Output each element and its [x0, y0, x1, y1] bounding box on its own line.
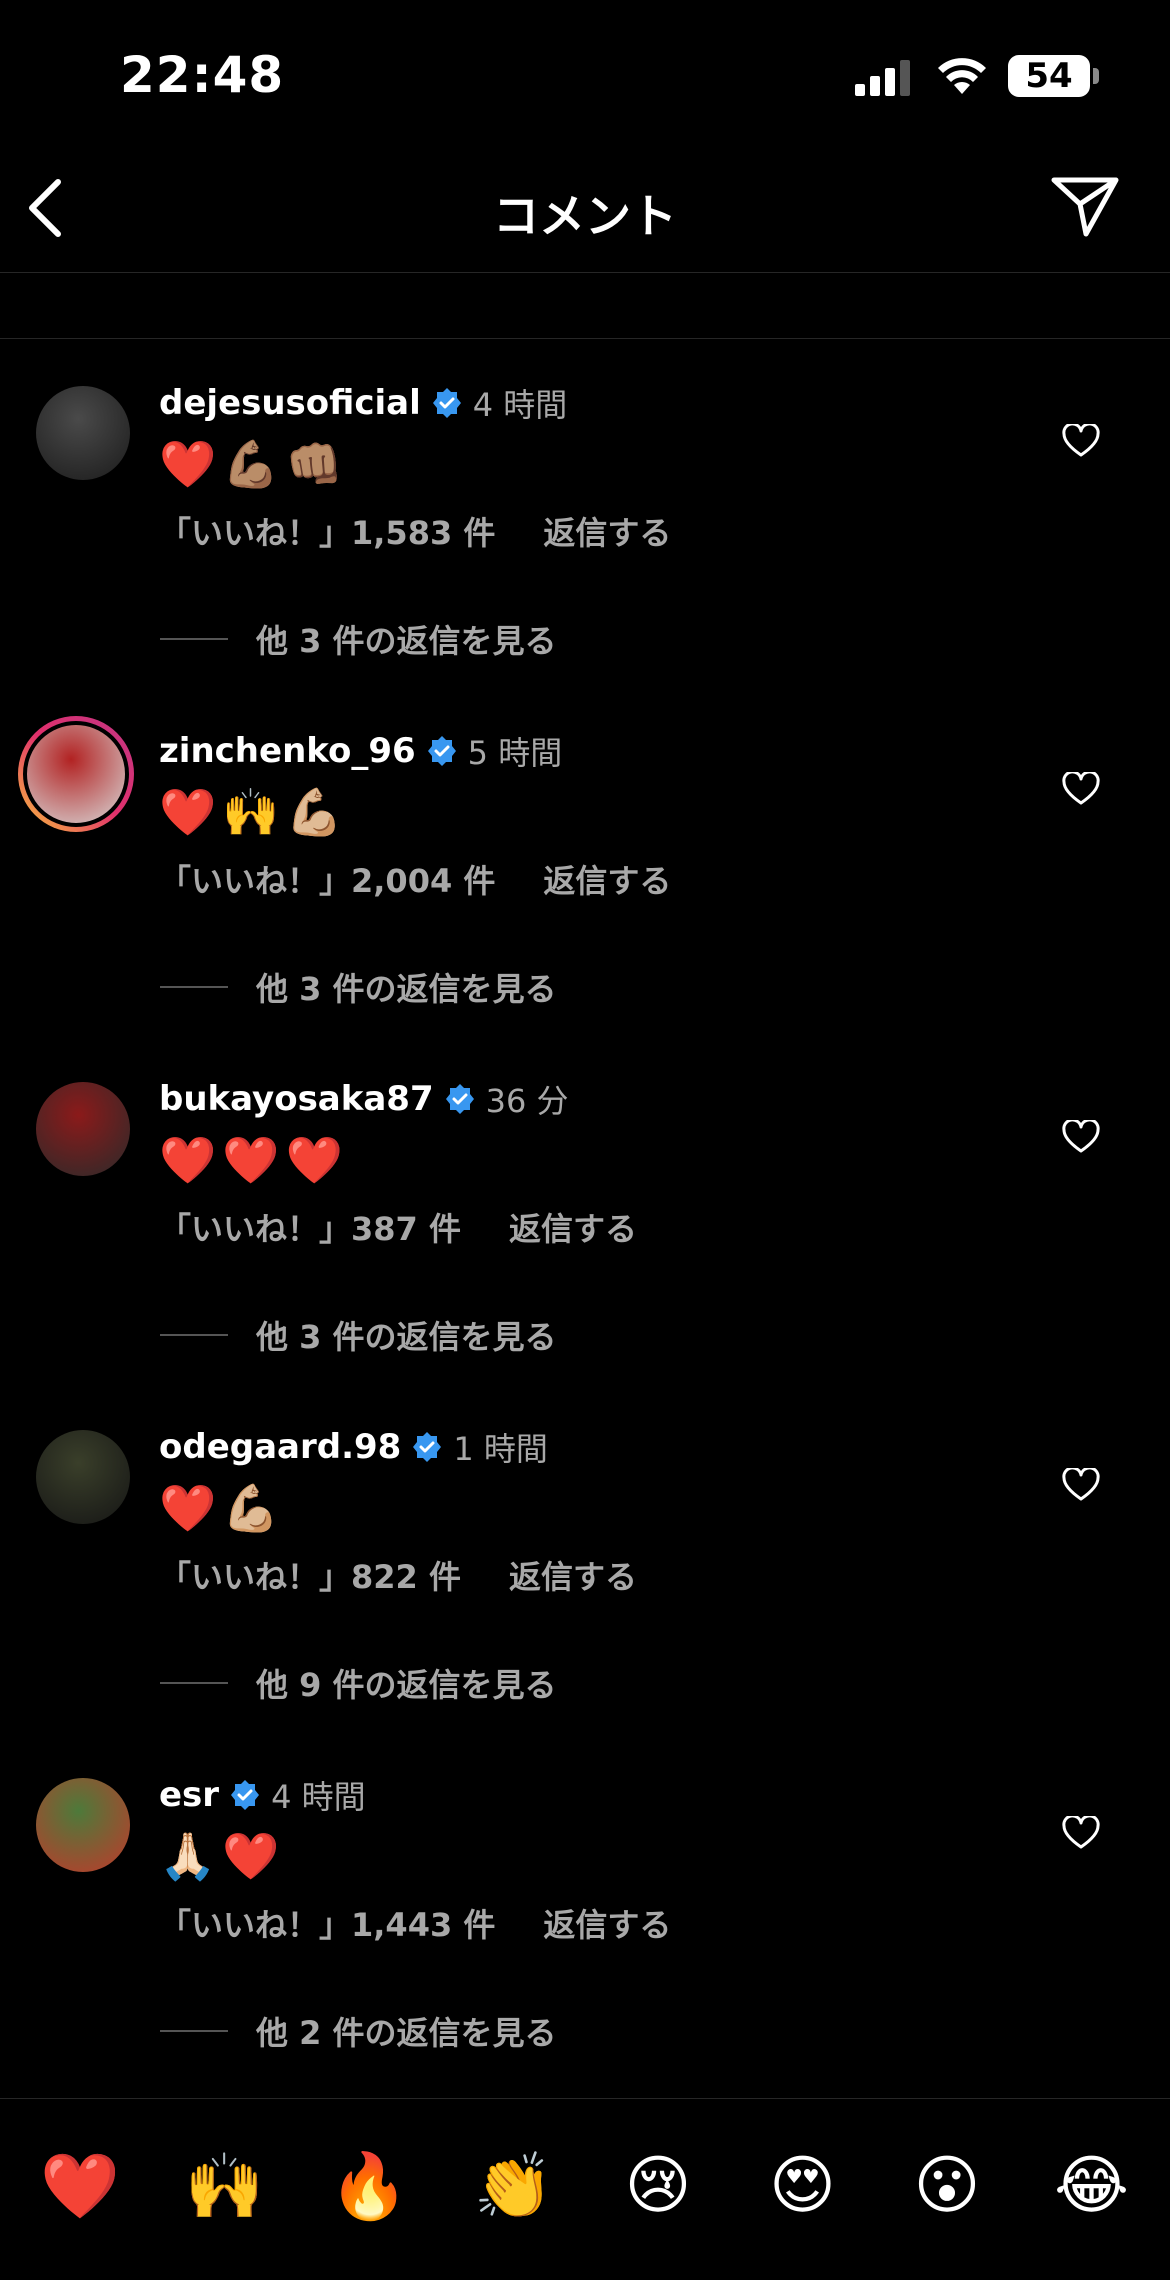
verified-badge-icon	[434, 1083, 476, 1115]
avatar-story-ring[interactable]	[18, 716, 134, 832]
replies-divider	[160, 1334, 228, 1336]
comment-header: bukayosaka87 36 分	[159, 1076, 569, 1122]
view-replies-label: 他 2 件の返信を見る	[256, 2014, 557, 2052]
comment-timestamp: 4 時間	[472, 386, 568, 424]
clock: 22:48	[120, 46, 285, 104]
comment-timestamp: 5 時間	[467, 734, 563, 772]
view-replies-button[interactable]: 他 3 件の返信を見る	[160, 964, 557, 1010]
avatar[interactable]	[36, 386, 130, 480]
reaction-emoji-button[interactable]: 😂	[1047, 2149, 1137, 2223]
like-heart-icon[interactable]	[1062, 422, 1100, 462]
view-replies-button[interactable]: 他 3 件の返信を見る	[160, 1312, 557, 1358]
username[interactable]: bukayosaka87	[159, 1079, 434, 1119]
replies-divider	[160, 986, 228, 988]
like-count[interactable]: 「いいね！」822 件	[159, 1552, 461, 1598]
replies-divider	[160, 2030, 228, 2032]
username[interactable]: esr	[159, 1775, 219, 1815]
comment-text: ❤️💪🏽👊🏽	[159, 437, 349, 491]
replies-divider	[160, 1682, 228, 1684]
comments-header: コメント	[0, 150, 1170, 273]
page-title: コメント	[493, 189, 677, 243]
wifi-icon	[938, 58, 986, 94]
reply-button[interactable]: 返信する	[543, 1900, 671, 1946]
comment-actions: 「いいね！」387 件 返信する	[159, 1204, 637, 1250]
view-replies-label: 他 3 件の返信を見る	[256, 970, 557, 1008]
quick-reaction-bar: ❤️ 🙌 🔥 👏 😢 😍 😮 😂	[0, 2098, 1170, 2280]
like-count[interactable]: 「いいね！」1,583 件	[159, 508, 495, 554]
like-heart-icon[interactable]	[1062, 1466, 1100, 1506]
comment-actions: 「いいね！」1,443 件 返信する	[159, 1900, 671, 1946]
like-heart-icon[interactable]	[1062, 1814, 1100, 1854]
comment-item: esr 4 時間 🙏🏻❤️ 「いいね！」1,443 件 返信する他 2 件の返信を見る	[0, 1730, 1170, 2078]
avatar[interactable]	[36, 1778, 130, 1872]
avatar[interactable]	[36, 1082, 130, 1176]
view-replies-label: 他 3 件の返信を見る	[256, 1318, 557, 1356]
send-icon[interactable]	[1050, 174, 1120, 238]
comment-item: bukayosaka87 36 分 ❤️❤️❤️ 「いいね！」387 件 返信する他 3…	[0, 1034, 1170, 1382]
comment-text: ❤️🙌💪🏼	[159, 785, 349, 839]
comment-actions: 「いいね！」1,583 件 返信する	[159, 508, 671, 554]
comment-text: ❤️💪🏼	[159, 1481, 286, 1535]
comment-timestamp: 36 分	[485, 1082, 569, 1120]
reply-button[interactable]: 返信する	[543, 856, 671, 902]
avatar	[23, 721, 129, 827]
comment-actions: 「いいね！」2,004 件 返信する	[159, 856, 671, 902]
like-count[interactable]: 「いいね！」2,004 件	[159, 856, 495, 902]
reaction-emoji-button[interactable]: 😍	[758, 2149, 848, 2223]
view-replies-label: 他 3 件の返信を見る	[256, 622, 557, 660]
comment-header: odegaard.98 1 時間	[159, 1424, 548, 1470]
reaction-emoji-button[interactable]: 🔥	[324, 2149, 414, 2224]
scrolled-caption-remnant	[0, 272, 1170, 339]
comment-timestamp: 1 時間	[453, 1430, 548, 1468]
verified-badge-icon	[401, 1431, 443, 1463]
comment-header: zinchenko_96 5 時間	[159, 728, 562, 774]
verified-badge-icon	[421, 387, 463, 419]
view-replies-button[interactable]: 他 9 件の返信を見る	[160, 1660, 557, 1706]
like-heart-icon[interactable]	[1062, 1118, 1100, 1158]
cellular-signal-icon	[855, 60, 910, 96]
reaction-emoji-button[interactable]: 😢	[613, 2149, 703, 2223]
reaction-emoji-button[interactable]: ❤️	[35, 2149, 125, 2224]
reply-button[interactable]: 返信する	[509, 1552, 637, 1598]
verified-badge-icon	[219, 1779, 261, 1811]
comment-header: dejesusoficial 4 時間	[159, 380, 567, 426]
reaction-emoji-button[interactable]: 🙌	[180, 2149, 270, 2224]
reply-button[interactable]: 返信する	[509, 1204, 637, 1250]
view-replies-label: 他 9 件の返信を見る	[256, 1666, 557, 1704]
comment-actions: 「いいね！」822 件 返信する	[159, 1552, 637, 1598]
battery-indicator: 54	[1008, 55, 1090, 97]
comment-text: ❤️❤️❤️	[159, 1133, 349, 1187]
like-count[interactable]: 「いいね！」1,443 件	[159, 1900, 495, 1946]
comment-item: zinchenko_96 5 時間 ❤️🙌💪🏼 「いいね！」2,004 件 返信する他 …	[0, 686, 1170, 1034]
like-heart-icon[interactable]	[1062, 770, 1100, 810]
reply-button[interactable]: 返信する	[543, 508, 671, 554]
view-replies-button[interactable]: 他 2 件の返信を見る	[160, 2008, 557, 2054]
comment-item: dejesusoficial 4 時間 ❤️💪🏽👊🏽 「いいね！」1,583 件 返信す…	[0, 338, 1170, 686]
username[interactable]: dejesusoficial	[159, 383, 421, 423]
avatar[interactable]	[36, 1430, 130, 1524]
replies-divider	[160, 638, 228, 640]
comment-timestamp: 4 時間	[271, 1778, 366, 1816]
comment-header: esr 4 時間	[159, 1772, 366, 1818]
reaction-emoji-button[interactable]: 😮	[902, 2149, 992, 2223]
reaction-emoji-button[interactable]: 👏	[469, 2149, 559, 2224]
username[interactable]: odegaard.98	[159, 1427, 401, 1467]
verified-badge-icon	[416, 735, 458, 767]
status-bar: 22:48 54	[0, 0, 1170, 150]
like-count[interactable]: 「いいね！」387 件	[159, 1204, 461, 1250]
battery-tip	[1093, 68, 1099, 84]
comment-text: 🙏🏻❤️	[159, 1829, 286, 1883]
view-replies-button[interactable]: 他 3 件の返信を見る	[160, 616, 557, 662]
username[interactable]: zinchenko_96	[159, 731, 416, 771]
comment-item: odegaard.98 1 時間 ❤️💪🏼 「いいね！」822 件 返信する他 9 件の…	[0, 1382, 1170, 1730]
